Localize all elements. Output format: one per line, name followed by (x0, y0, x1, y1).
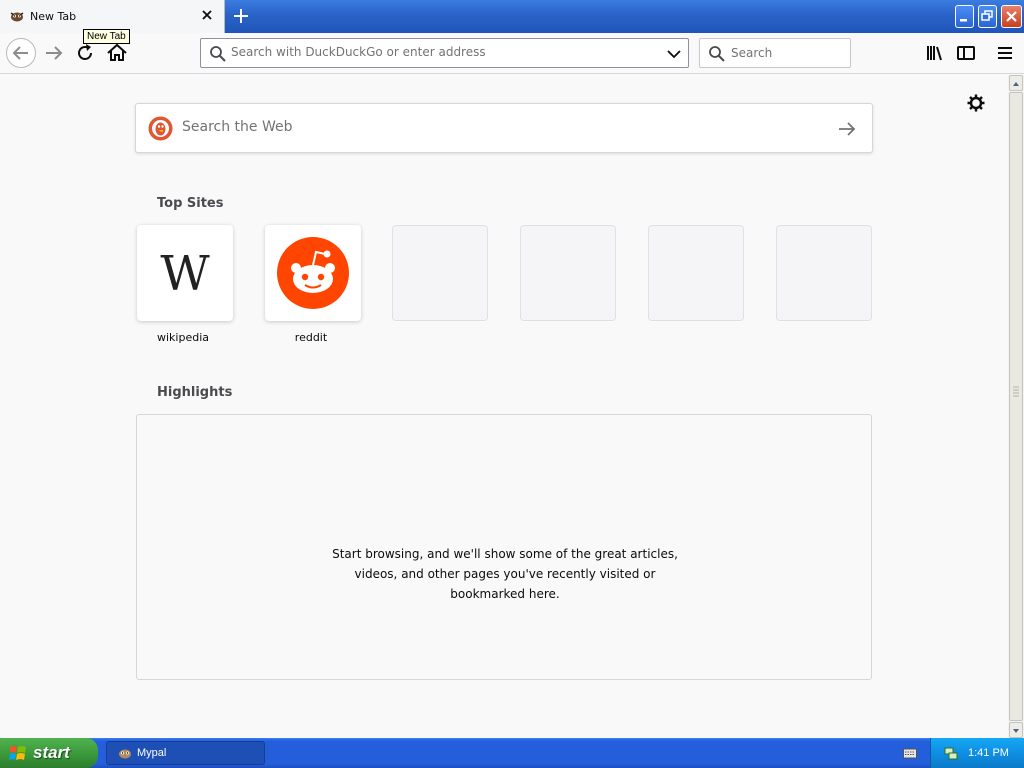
web-search-box[interactable] (135, 103, 873, 153)
reddit-logo-icon (277, 237, 349, 309)
home-button[interactable] (105, 41, 129, 65)
library-icon[interactable] (923, 41, 947, 65)
navigation-toolbar (0, 33, 1024, 74)
network-icon[interactable] (943, 745, 959, 761)
windows-logo-icon (9, 746, 26, 760)
close-icon (1006, 11, 1017, 22)
new-tab-button[interactable] (231, 6, 251, 26)
tab-title: New Tab (30, 10, 77, 23)
grip-icon (1013, 386, 1019, 397)
top-site-tile-empty[interactable] (392, 225, 488, 321)
search-icon (210, 46, 226, 62)
url-input[interactable] (231, 45, 651, 59)
minimize-icon (960, 19, 967, 22)
system-tray: 1:41 PM (930, 738, 1024, 768)
arrow-right-icon[interactable] (836, 118, 858, 140)
top-site-tile-wikipedia[interactable]: W (137, 225, 233, 321)
taskbar-item-mypal[interactable]: Mypal (106, 741, 265, 765)
scroll-down-button[interactable] (1009, 722, 1023, 738)
new-tab-page: Top Sites W wikipedia reddit Highlights … (0, 75, 1008, 738)
scroll-up-button[interactable] (1009, 75, 1023, 91)
top-site-tile-empty[interactable] (648, 225, 744, 321)
top-site-tile-empty[interactable] (776, 225, 872, 321)
restore-button[interactable] (978, 5, 997, 28)
clock: 1:41 PM (968, 747, 1009, 759)
vertical-scrollbar[interactable] (1008, 75, 1024, 738)
wikipedia-logo-icon: W (160, 246, 210, 302)
svg-text:W: W (160, 246, 210, 302)
taskbar-item-label: Mypal (137, 747, 167, 759)
top-site-label: wikipedia (156, 331, 209, 344)
gear-icon[interactable] (966, 93, 986, 113)
tab-strip: New Tab (0, 0, 1024, 33)
search-icon (709, 46, 725, 62)
top-site-tile-empty[interactable] (520, 225, 616, 321)
url-bar[interactable] (200, 38, 689, 68)
top-site-tile-reddit[interactable] (265, 225, 361, 321)
keyboard-icon[interactable] (903, 747, 917, 759)
close-icon[interactable] (200, 8, 214, 22)
top-site-label: reddit (294, 331, 328, 344)
highlights-message: Start browsing, and we'll show some of t… (332, 547, 678, 601)
minimize-button[interactable] (955, 5, 974, 28)
menu-icon[interactable] (993, 41, 1017, 65)
restore-icon (981, 10, 993, 21)
scroll-thumb[interactable] (1009, 92, 1023, 721)
back-button[interactable] (6, 38, 36, 68)
search-input[interactable] (731, 46, 841, 60)
search-bar[interactable] (699, 38, 851, 68)
forward-button[interactable] (42, 41, 66, 65)
highlights-empty-state: Start browsing, and we'll show some of t… (136, 414, 872, 680)
arrow-up-icon (1013, 82, 1019, 86)
window-close-button[interactable] (1001, 5, 1022, 28)
duckduckgo-icon (148, 116, 173, 141)
taskbar: start Mypal 1:41 PM (0, 738, 1024, 768)
start-label: start (33, 743, 70, 762)
highlights-heading: Highlights (157, 385, 233, 400)
top-sites-heading: Top Sites (157, 196, 224, 211)
start-button[interactable]: start (0, 738, 98, 768)
back-arrow-icon (12, 46, 28, 60)
tooltip: New Tab (83, 29, 130, 44)
mypal-icon (119, 749, 131, 759)
mypal-icon (10, 12, 24, 22)
web-search-input[interactable] (182, 119, 782, 135)
reload-button[interactable] (73, 41, 97, 65)
chevron-down-icon[interactable] (667, 48, 681, 60)
sidebar-icon[interactable] (954, 41, 978, 65)
arrow-down-icon (1013, 729, 1019, 733)
